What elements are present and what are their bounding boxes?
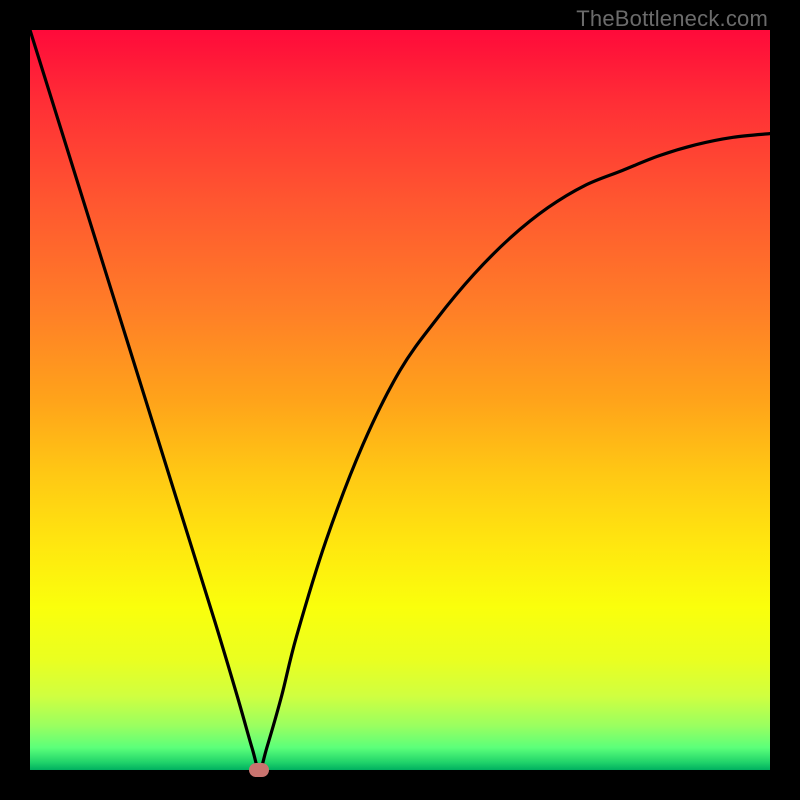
watermark-text: TheBottleneck.com [576,6,768,32]
chart-frame: TheBottleneck.com [0,0,800,800]
bottleneck-curve [30,30,770,770]
plot-area [30,30,770,770]
min-marker [249,763,269,777]
curve-svg [30,30,770,770]
